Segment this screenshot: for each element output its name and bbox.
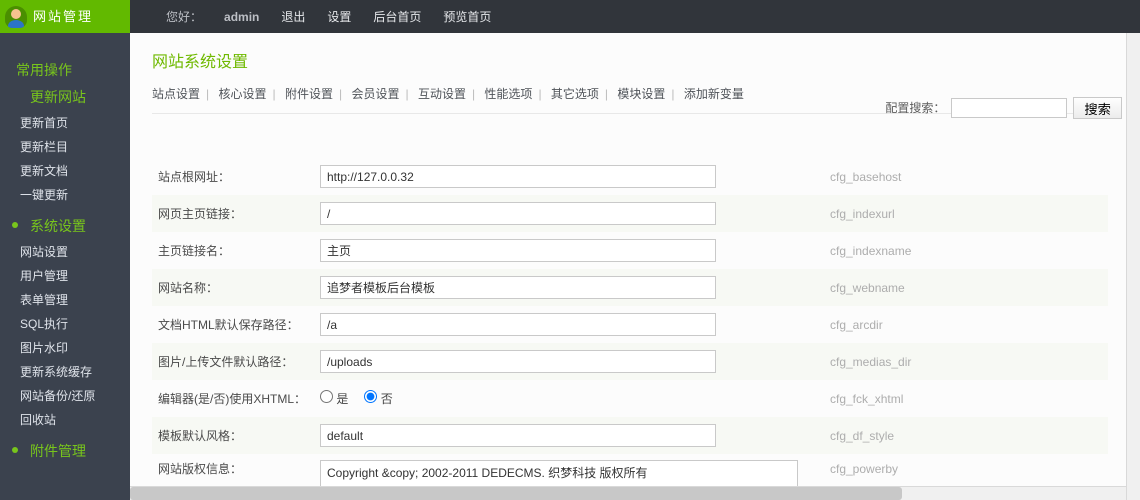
row-control	[320, 276, 820, 299]
search-button[interactable]: 搜索	[1073, 97, 1122, 119]
radio-no[interactable]	[364, 390, 377, 403]
setting-row: 模板默认风格： cfg_df_style	[152, 417, 1108, 454]
sidebar-item-cache[interactable]: 更新系统缓存	[0, 360, 130, 384]
tab-module[interactable]: 模块设置	[617, 87, 665, 101]
row-control: 是 否	[320, 390, 820, 408]
sidebar-item-update-column[interactable]: 更新栏目	[0, 135, 130, 159]
text-input[interactable]	[320, 165, 716, 188]
top-nav: 您好： admin 退出 设置 后台首页 预览首页	[130, 8, 491, 26]
logo-text: 网站管理	[33, 7, 93, 27]
setting-row: 网站名称： cfg_webname	[152, 269, 1108, 306]
row-label: 站点根网址：	[152, 168, 320, 186]
tab-attach[interactable]: 附件设置	[285, 87, 333, 101]
row-control	[320, 313, 820, 336]
sidebar-item-update-all[interactable]: 一键更新	[0, 183, 130, 207]
row-label: 文档HTML默认保存路径：	[152, 316, 320, 334]
sidebar-item-sql[interactable]: SQL执行	[0, 312, 130, 336]
row-label: 网站版权信息：	[152, 460, 320, 478]
tab-member[interactable]: 会员设置	[351, 87, 399, 101]
search-input[interactable]	[951, 98, 1067, 118]
tab-interactive[interactable]: 互动设置	[418, 87, 466, 101]
logo: 网站管理	[0, 0, 130, 33]
tab-core[interactable]: 核心设置	[218, 87, 266, 101]
row-key: cfg_indexname	[820, 242, 1108, 260]
setting-row: 图片/上传文件默认路径： cfg_medias_dir	[152, 343, 1108, 380]
setting-row: 站点根网址： cfg_basehost	[152, 158, 1108, 195]
sidebar-head-system[interactable]: 系统设置	[0, 213, 130, 240]
sidebar-item-backup[interactable]: 网站备份/还原	[0, 384, 130, 408]
row-key: cfg_basehost	[820, 168, 1108, 186]
sidebar-item-user[interactable]: 用户管理	[0, 264, 130, 288]
hscrollbar[interactable]	[130, 486, 1140, 500]
row-key: cfg_df_style	[820, 427, 1108, 445]
sidebar-head-common[interactable]: 常用操作	[0, 57, 130, 84]
tab-perf[interactable]: 性能选项	[484, 87, 532, 101]
main-panel: 网站系统设置 站点设置| 核心设置| 附件设置| 会员设置| 互动设置| 性能选…	[130, 33, 1140, 500]
text-input[interactable]	[320, 350, 716, 373]
page-title: 网站系统设置	[152, 51, 1140, 75]
nav-preview[interactable]: 预览首页	[443, 8, 491, 26]
row-key: cfg_medias_dir	[820, 353, 1108, 371]
row-label: 网站名称：	[152, 279, 320, 297]
sidebar-sub-update[interactable]: 更新网站	[0, 84, 130, 111]
text-input[interactable]	[320, 239, 716, 262]
nav-settings[interactable]: 设置	[327, 8, 351, 26]
setting-row: 文档HTML默认保存路径： cfg_arcdir	[152, 306, 1108, 343]
radio-yes[interactable]	[320, 390, 333, 403]
search-label: 配置搜索：	[885, 99, 945, 117]
vscrollbar[interactable]	[1126, 33, 1140, 500]
row-key: cfg_powerby	[820, 460, 1108, 478]
row-control	[320, 165, 820, 188]
row-key: cfg_webname	[820, 279, 1108, 297]
sidebar-item-form[interactable]: 表单管理	[0, 288, 130, 312]
nav-logout[interactable]: 退出	[281, 8, 305, 26]
setting-row: 编辑器(是/否)使用XHTML： 是 否cfg_fck_xhtml	[152, 380, 1108, 417]
row-label: 编辑器(是/否)使用XHTML：	[152, 390, 320, 408]
row-control	[320, 424, 820, 447]
setting-row: 主页链接名： cfg_indexname	[152, 232, 1108, 269]
config-search: 配置搜索： 搜索	[885, 97, 1122, 119]
settings-table: 站点根网址： cfg_basehost 网页主页链接： cfg_indexurl 主页链…	[152, 158, 1108, 500]
row-key: cfg_fck_xhtml	[820, 390, 1108, 408]
welcome-label: 您好：	[166, 8, 202, 26]
row-control	[320, 202, 820, 225]
row-label: 网页主页链接：	[152, 205, 320, 223]
text-input[interactable]	[320, 276, 716, 299]
nav-admin-home[interactable]: 后台首页	[373, 8, 421, 26]
sidebar-item-update-doc[interactable]: 更新文档	[0, 159, 130, 183]
tab-other[interactable]: 其它选项	[551, 87, 599, 101]
current-user: admin	[224, 8, 259, 26]
sidebar-item-trash[interactable]: 回收站	[0, 408, 130, 432]
sidebar-item-site[interactable]: 网站设置	[0, 240, 130, 264]
sidebar-item-update-home[interactable]: 更新首页	[0, 111, 130, 135]
row-label: 图片/上传文件默认路径：	[152, 353, 320, 371]
tab-addvar[interactable]: 添加新变量	[684, 87, 744, 101]
setting-row: 网页主页链接： cfg_indexurl	[152, 195, 1108, 232]
text-input[interactable]	[320, 424, 716, 447]
row-key: cfg_indexurl	[820, 205, 1108, 223]
text-input[interactable]	[320, 313, 716, 336]
row-control	[320, 239, 820, 262]
tab-site[interactable]: 站点设置	[152, 87, 200, 101]
row-label: 主页链接名：	[152, 242, 320, 260]
text-input[interactable]	[320, 202, 716, 225]
row-label: 模板默认风格：	[152, 427, 320, 445]
sidebar-head-attach[interactable]: 附件管理	[0, 438, 130, 465]
row-control	[320, 350, 820, 373]
top-bar: 网站管理 您好： admin 退出 设置 后台首页 预览首页	[0, 0, 1140, 33]
sidebar: 常用操作 更新网站 更新首页 更新栏目 更新文档 一键更新 系统设置 网站设置 …	[0, 33, 130, 500]
sidebar-item-watermark[interactable]: 图片水印	[0, 336, 130, 360]
row-key: cfg_arcdir	[820, 316, 1108, 334]
avatar-icon	[5, 6, 27, 28]
